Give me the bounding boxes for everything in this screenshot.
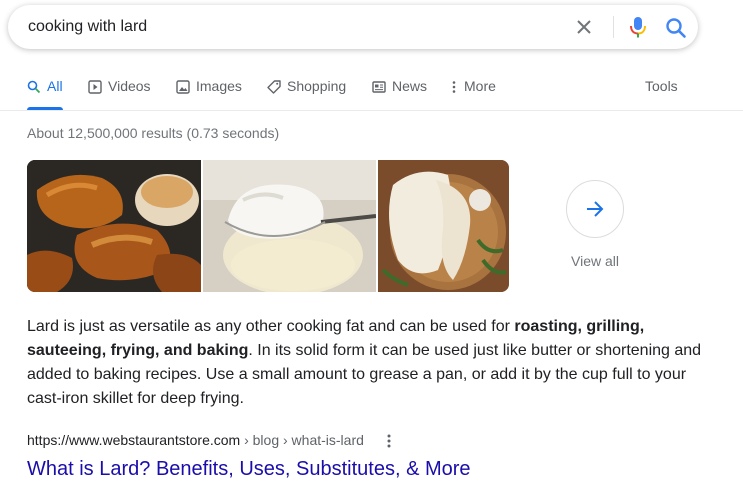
image-results — [27, 160, 509, 292]
featured-snippet: Lard is just as versatile as any other c… — [27, 315, 707, 411]
search-box[interactable]: cooking with lard — [8, 5, 698, 49]
image-result-fried-chicken[interactable] — [27, 160, 201, 292]
tab-images[interactable]: Images — [176, 78, 242, 108]
result-menu-button[interactable] — [383, 433, 395, 449]
tab-shopping[interactable]: Shopping — [267, 78, 346, 108]
view-all-label[interactable]: View all — [550, 253, 640, 269]
tab-all[interactable]: All — [27, 78, 63, 110]
image-result-lard-board[interactable] — [378, 160, 509, 292]
result-title-link[interactable]: What is Lard? Benefits, Uses, Substitute… — [27, 456, 471, 482]
tab-news[interactable]: News — [372, 78, 427, 108]
search-box-divider — [613, 16, 614, 38]
search-results-page: cooking with lard All Videos Images Shop… — [0, 0, 743, 483]
tab-label: News — [392, 78, 428, 94]
tab-videos[interactable]: Videos — [88, 78, 151, 108]
search-icon — [666, 18, 686, 38]
snippet-text-start: Lard is just as versatile as any other c… — [27, 318, 515, 335]
newspaper-icon — [372, 81, 386, 93]
tab-label: More — [464, 78, 496, 94]
more-vert-icon — [387, 434, 391, 448]
close-icon — [577, 20, 591, 34]
voice-search-button[interactable] — [627, 15, 649, 39]
search-input[interactable]: cooking with lard — [28, 17, 147, 37]
fried-chicken-photo — [27, 160, 201, 292]
search-button[interactable] — [665, 17, 687, 39]
tab-label: Images — [196, 78, 242, 94]
tools-button[interactable]: Tools — [645, 78, 678, 108]
tab-label: All — [47, 78, 63, 94]
more-vert-icon — [452, 81, 456, 93]
lard-board-photo — [378, 160, 509, 292]
lard-spoon-photo — [203, 160, 376, 292]
view-all-images-button[interactable] — [566, 180, 624, 238]
result-path: › blog › what-is-lard — [240, 432, 364, 448]
tools-label: Tools — [645, 78, 678, 94]
tab-label: Videos — [108, 78, 151, 94]
image-icon — [176, 80, 190, 94]
result-domain: https://www.webstaurantstore.com — [27, 432, 241, 448]
tabs-divider — [0, 110, 743, 111]
video-icon — [88, 80, 102, 94]
search-tabs: All Videos Images Shopping News More Too… — [0, 72, 743, 110]
image-result-lard-spoon[interactable] — [203, 160, 376, 292]
search-icon — [27, 80, 41, 94]
microphone-icon — [630, 17, 646, 38]
arrow-right-icon — [587, 201, 604, 217]
result-stats: About 12,500,000 results (0.73 seconds) — [27, 125, 280, 141]
result-url: https://www.webstaurantstore.com › blog … — [27, 432, 364, 448]
tab-more[interactable]: More — [451, 78, 496, 108]
tab-label: Shopping — [287, 78, 347, 94]
clear-search-button[interactable] — [574, 17, 594, 37]
tag-icon — [267, 80, 281, 94]
